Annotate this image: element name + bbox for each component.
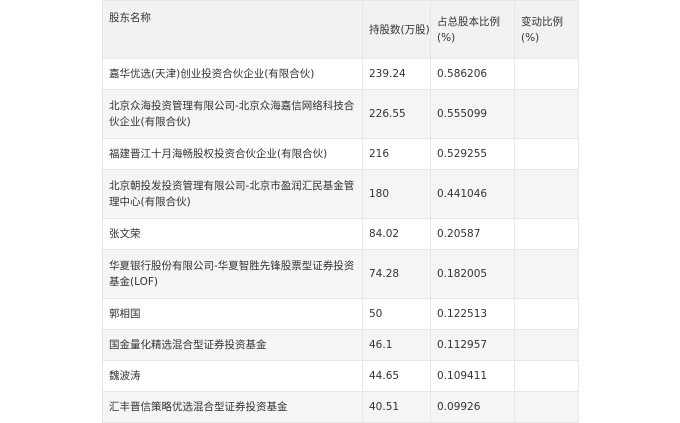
shares-held: 44.65 [362,360,431,392]
shares-held: 84.02 [362,218,431,250]
shareholder-name: 北京众海投资管理有限公司-北京众海嘉信网络科技合伙企业(有限合伙) [102,89,363,139]
shareholder-table-container: 股东名称 持股数(万股) 占总股本比例(%) 变动比例(%) 嘉华优选(天津)创… [102,0,579,423]
shares-held: 46.1 [362,329,431,361]
table-row: 北京朝投发投资管理有限公司-北京市盈润汇民基金管理中心(有限合伙) 180 0.… [102,169,579,219]
table-row: 魏波涛 44.65 0.109411 [102,360,579,392]
shares-held: 226.55 [362,89,431,139]
change-ratio [514,218,579,250]
change-ratio [514,169,579,219]
shareholder-name: 国金量化精选混合型证券投资基金 [102,329,363,361]
share-ratio: 0.09926 [430,391,515,423]
shareholder-name: 嘉华优选(天津)创业投资合伙企业(有限合伙) [102,58,363,90]
shares-held: 239.24 [362,58,431,90]
shareholder-name: 福建晋江十月海畅股权投资合伙企业(有限合伙) [102,138,363,170]
shares-held: 180 [362,169,431,219]
share-ratio: 0.182005 [430,249,515,299]
change-ratio [514,391,579,423]
change-ratio [514,360,579,392]
shareholder-name: 魏波涛 [102,360,363,392]
share-ratio: 0.441046 [430,169,515,219]
column-header-name: 股东名称 [102,0,363,59]
share-ratio: 0.529255 [430,138,515,170]
column-header-ratio: 占总股本比例(%) [430,0,515,59]
shareholder-name: 华夏银行股份有限公司-华夏智胜先锋股票型证券投资基金(LOF) [102,249,363,299]
table-row: 张文荣 84.02 0.20587 [102,218,579,250]
change-ratio [514,298,579,330]
shareholder-table: 股东名称 持股数(万股) 占总股本比例(%) 变动比例(%) 嘉华优选(天津)创… [102,0,579,423]
shareholder-name: 张文荣 [102,218,363,250]
column-header-shares: 持股数(万股) [362,0,431,59]
shareholder-name: 汇丰晋信策略优选混合型证券投资基金 [102,391,363,423]
change-ratio [514,89,579,139]
share-ratio: 0.586206 [430,58,515,90]
shareholder-name: 郭相国 [102,298,363,330]
share-ratio: 0.109411 [430,360,515,392]
table-row: 嘉华优选(天津)创业投资合伙企业(有限合伙) 239.24 0.586206 [102,58,579,90]
change-ratio [514,138,579,170]
shares-held: 50 [362,298,431,330]
shares-held: 74.28 [362,249,431,299]
change-ratio [514,58,579,90]
share-ratio: 0.112957 [430,329,515,361]
table-row: 汇丰晋信策略优选混合型证券投资基金 40.51 0.09926 [102,391,579,423]
table-row: 北京众海投资管理有限公司-北京众海嘉信网络科技合伙企业(有限合伙) 226.55… [102,89,579,139]
table-row: 郭相国 50 0.122513 [102,298,579,330]
table-row: 福建晋江十月海畅股权投资合伙企业(有限合伙) 216 0.529255 [102,138,579,170]
shares-held: 40.51 [362,391,431,423]
table-row: 国金量化精选混合型证券投资基金 46.1 0.112957 [102,329,579,361]
change-ratio [514,329,579,361]
table-row: 华夏银行股份有限公司-华夏智胜先锋股票型证券投资基金(LOF) 74.28 0.… [102,249,579,299]
share-ratio: 0.555099 [430,89,515,139]
shareholder-name: 北京朝投发投资管理有限公司-北京市盈润汇民基金管理中心(有限合伙) [102,169,363,219]
column-header-change: 变动比例(%) [514,0,579,59]
shares-held: 216 [362,138,431,170]
table-header-row: 股东名称 持股数(万股) 占总股本比例(%) 变动比例(%) [102,0,579,59]
share-ratio: 0.20587 [430,218,515,250]
change-ratio [514,249,579,299]
share-ratio: 0.122513 [430,298,515,330]
